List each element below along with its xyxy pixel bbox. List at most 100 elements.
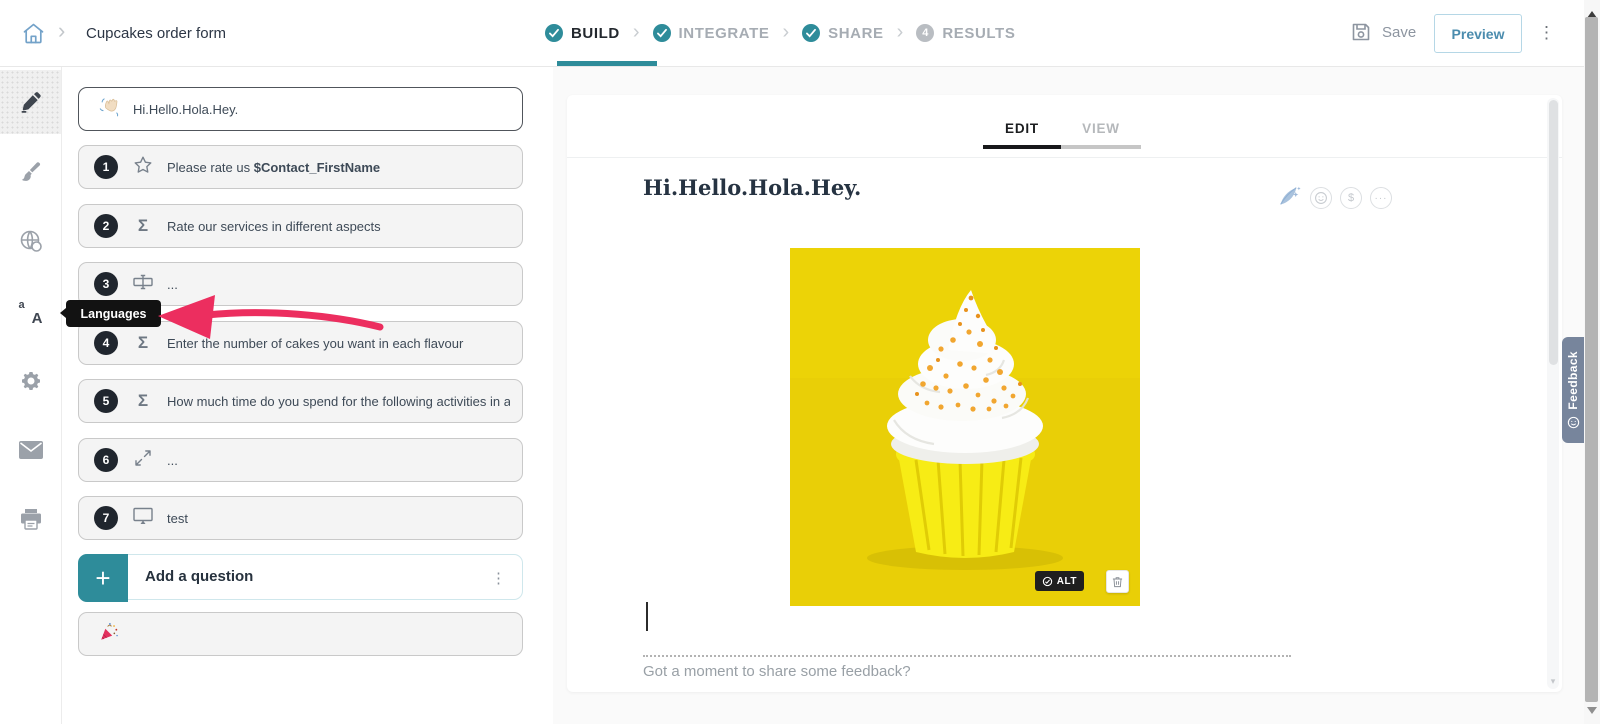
tab-view[interactable]: VIEW bbox=[1061, 111, 1141, 145]
globe-icon bbox=[18, 228, 44, 254]
canvas-scrollbar-thumb[interactable] bbox=[1549, 100, 1558, 365]
dotted-divider bbox=[643, 655, 1291, 657]
question-number-badge: 4 bbox=[94, 331, 118, 355]
sigma-icon: Σ bbox=[131, 333, 155, 353]
rail-item-design[interactable] bbox=[0, 140, 61, 204]
header-kebab-menu[interactable]: ⋮ bbox=[1538, 22, 1555, 44]
sigma-icon: Σ bbox=[131, 391, 155, 411]
breadcrumb-chevron-icon: › bbox=[58, 18, 65, 44]
page-scrollbar[interactable] bbox=[1584, 0, 1600, 724]
check-circle-icon bbox=[653, 24, 671, 42]
rail-item-print[interactable] bbox=[0, 487, 61, 551]
waving-hand-icon bbox=[97, 96, 121, 123]
question-number-badge: 6 bbox=[94, 448, 118, 472]
left-icon-rail: a A bbox=[0, 67, 62, 724]
floppy-save-icon bbox=[1349, 20, 1373, 44]
save-label: Save bbox=[1382, 24, 1416, 41]
feedback-question-text[interactable]: Got a moment to share some feedback? bbox=[643, 663, 911, 680]
question-label: Enter the number of cakes you want in ea… bbox=[167, 336, 510, 351]
emoji-icon[interactable] bbox=[1310, 187, 1332, 209]
currency-icon[interactable]: $ bbox=[1340, 187, 1362, 209]
printer-icon bbox=[19, 507, 43, 531]
alt-badge[interactable]: ALT bbox=[1035, 571, 1084, 591]
preview-button[interactable]: Preview bbox=[1434, 14, 1522, 53]
breadcrumb-form-title: Cupcakes order form bbox=[86, 25, 226, 42]
question-label: test bbox=[167, 511, 510, 526]
translate-icon: a A bbox=[19, 301, 43, 325]
textbox-icon bbox=[131, 270, 155, 299]
add-question-kebab-menu[interactable]: ⋮ bbox=[491, 569, 506, 587]
thankyou-card[interactable] bbox=[78, 612, 523, 656]
step-chevron-icon: › bbox=[897, 21, 904, 44]
step-share-label: SHARE bbox=[828, 25, 884, 42]
question-number-badge: 3 bbox=[94, 272, 118, 296]
envelope-icon bbox=[19, 441, 43, 459]
smiley-icon bbox=[1567, 416, 1580, 429]
feedback-tab-label: Feedback bbox=[1566, 351, 1580, 410]
save-button[interactable]: Save bbox=[1349, 20, 1416, 44]
welcome-card-label: Hi.Hello.Hola.Hey. bbox=[133, 102, 510, 117]
rail-item-settings[interactable] bbox=[0, 349, 61, 413]
add-question-button[interactable]: + Add a question ⋮ bbox=[78, 554, 523, 600]
question-card-2[interactable]: 2 Σ Rate our services in different aspec… bbox=[78, 204, 523, 248]
tab-edit[interactable]: EDIT bbox=[983, 111, 1061, 145]
question-card-6[interactable]: 6 ... bbox=[78, 438, 523, 482]
home-icon[interactable] bbox=[20, 20, 48, 48]
rail-item-edit[interactable] bbox=[0, 70, 61, 134]
question-label: Rate our services in different aspects bbox=[167, 219, 510, 234]
gear-icon bbox=[19, 369, 43, 393]
canvas-scroll-down-icon[interactable]: ▾ bbox=[1547, 676, 1559, 687]
rail-item-email[interactable] bbox=[0, 418, 61, 482]
sigma-icon: Σ bbox=[131, 216, 155, 236]
step-integrate-label: INTEGRATE bbox=[679, 25, 770, 42]
step-results-label: RESULTS bbox=[942, 25, 1015, 42]
step-integrate[interactable]: INTEGRATE bbox=[653, 24, 770, 42]
more-options-icon[interactable]: ··· bbox=[1370, 187, 1392, 209]
question-label: Please rate us $Contact_FirstName bbox=[167, 160, 510, 175]
question-card-7[interactable]: 7 test bbox=[78, 496, 523, 540]
check-circle-icon bbox=[802, 24, 820, 42]
paintbrush-icon bbox=[19, 160, 43, 184]
canvas-scrollbar[interactable]: ▾ bbox=[1547, 98, 1559, 689]
delete-image-button[interactable] bbox=[1106, 570, 1129, 593]
plus-icon: + bbox=[78, 554, 128, 602]
question-card-1[interactable]: 1 Please rate us $Contact_FirstName bbox=[78, 145, 523, 189]
question-number-badge: 5 bbox=[94, 389, 118, 413]
question-number-badge: 2 bbox=[94, 214, 118, 238]
canvas-divider bbox=[567, 157, 1562, 158]
question-label: ... bbox=[167, 277, 510, 292]
star-icon bbox=[131, 154, 155, 181]
question-card-4[interactable]: 4 Σ Enter the number of cakes you want i… bbox=[78, 321, 523, 365]
rail-item-languages[interactable]: a A bbox=[0, 281, 61, 345]
step-chevron-icon: › bbox=[633, 21, 640, 44]
cupcake-image[interactable]: ALT bbox=[790, 248, 1140, 606]
app-root: › Cupcakes order form BUILD › INTEGRATE … bbox=[0, 0, 1600, 724]
step-build-label: BUILD bbox=[571, 25, 620, 42]
rail-item-globe[interactable] bbox=[0, 209, 61, 273]
heading-toolbar: $ ··· bbox=[1277, 183, 1392, 213]
pencil-icon bbox=[19, 90, 43, 114]
scroll-down-arrow-icon[interactable] bbox=[1587, 707, 1597, 719]
languages-tooltip: Languages bbox=[66, 300, 161, 327]
party-popper-icon bbox=[97, 621, 121, 648]
build-stepper: BUILD › INTEGRATE › SHARE › 4 RESULTS bbox=[545, 0, 1015, 66]
step-share[interactable]: SHARE bbox=[802, 24, 884, 42]
tab-edit-underline bbox=[983, 145, 1061, 149]
question-card-5[interactable]: 5 Σ How much time do you spend for the f… bbox=[78, 379, 523, 423]
tab-view-underline bbox=[1061, 145, 1141, 149]
editor-canvas: EDIT VIEW Hi.Hello.Hola.Hey. $ ··· bbox=[567, 95, 1562, 692]
question-heading[interactable]: Hi.Hello.Hola.Hey. bbox=[643, 175, 861, 200]
monitor-icon bbox=[131, 504, 155, 533]
active-step-underline bbox=[557, 61, 657, 66]
question-list-panel: Hi.Hello.Hola.Hey. 1 Please rate us $Con… bbox=[62, 67, 553, 724]
feedback-side-tab[interactable]: Feedback bbox=[1562, 337, 1584, 443]
top-header: › Cupcakes order form BUILD › INTEGRATE … bbox=[0, 0, 1600, 67]
page-scrollbar-thumb[interactable] bbox=[1585, 17, 1598, 702]
welcome-card[interactable]: Hi.Hello.Hola.Hey. bbox=[78, 87, 523, 131]
check-circle-icon bbox=[1042, 576, 1053, 587]
ai-wing-icon[interactable] bbox=[1277, 183, 1302, 213]
step-build[interactable]: BUILD bbox=[545, 24, 620, 42]
step-results[interactable]: 4 RESULTS bbox=[916, 24, 1015, 42]
check-circle-icon bbox=[545, 24, 563, 42]
text-cursor bbox=[646, 602, 648, 631]
